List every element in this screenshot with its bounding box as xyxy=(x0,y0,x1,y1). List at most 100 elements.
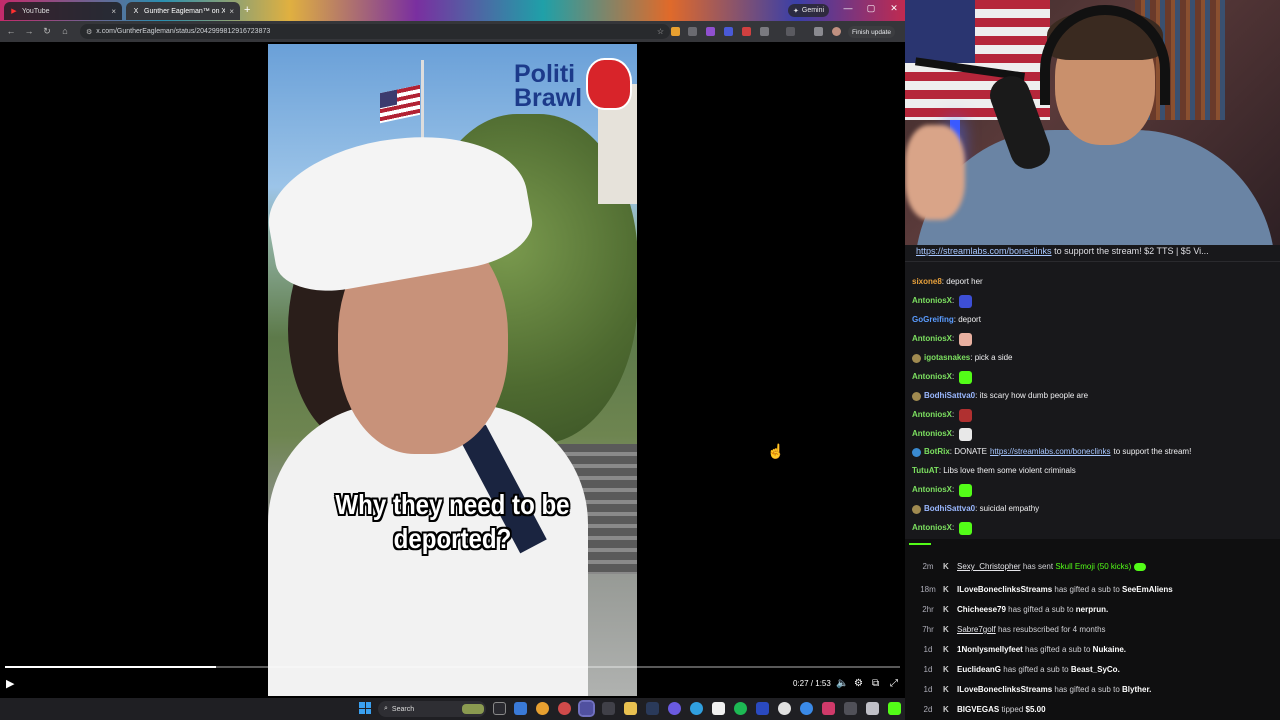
extension-icon[interactable] xyxy=(671,27,680,36)
gemini-button[interactable]: ✦ Gemini xyxy=(788,4,830,17)
video-progress-bar[interactable] xyxy=(5,666,900,668)
event-username[interactable]: ILoveBoneclinksStreams xyxy=(957,685,1052,694)
maps-pin-icon[interactable] xyxy=(822,702,835,715)
app-icon[interactable] xyxy=(844,702,857,715)
play-icon[interactable]: ▶ xyxy=(6,677,14,690)
chat-username[interactable]: TutuAT xyxy=(912,465,939,477)
event-username[interactable]: Chicheese79 xyxy=(957,605,1006,614)
forward-arrow-icon[interactable]: → xyxy=(23,25,35,37)
volume-icon[interactable]: 🔈 xyxy=(836,678,848,689)
address-bar[interactable]: ⚙ x.com/GuntherEagleman/status/204299981… xyxy=(80,24,670,39)
pinned-link[interactable]: https://streamlabs.com/boneclinks xyxy=(916,246,1052,256)
chat-message: BotRix: DONATE https://streamlabs.com/bon… xyxy=(912,445,1191,459)
event-age: 2d xyxy=(923,705,933,714)
pip-icon[interactable]: ⧉ xyxy=(872,678,879,689)
folder-icon[interactable] xyxy=(624,702,637,715)
minimize-button[interactable]: — xyxy=(838,3,858,13)
chat-username[interactable]: sixone8 xyxy=(912,276,942,288)
event-row: 7hr K Sabre7golf has resubscribed for 4 mo… xyxy=(905,623,1280,637)
chat-link[interactable]: https://streamlabs.com/boneclinks xyxy=(990,446,1111,458)
event-username[interactable]: EuclideanG xyxy=(957,665,1001,674)
obs-icon[interactable] xyxy=(578,700,595,717)
app-icon[interactable] xyxy=(690,702,703,715)
event-action: has gifted a sub to xyxy=(1054,685,1120,694)
chat-message: AntoniosX: xyxy=(912,521,973,535)
event-username[interactable]: Sexy_Christopher xyxy=(957,562,1021,571)
sidebar-icon[interactable] xyxy=(786,27,795,36)
event-username[interactable]: 1Nonlysmellyfeet xyxy=(957,645,1023,654)
event-target: $5.00 xyxy=(1025,705,1046,714)
event-username[interactable]: Sabre7golf xyxy=(957,625,996,634)
chat-username[interactable]: AntoniosX xyxy=(912,295,952,307)
chat-username[interactable]: AntoniosX xyxy=(912,428,952,440)
extensions-puzzle-icon[interactable] xyxy=(760,27,769,36)
app-icon[interactable] xyxy=(712,702,725,715)
new-tab-button[interactable]: + xyxy=(244,4,250,16)
event-age: 1d xyxy=(923,685,933,694)
site-info-icon[interactable]: ⚙ xyxy=(86,28,92,36)
event-username[interactable]: ILoveBoneclinksStreams xyxy=(957,585,1052,594)
chat-username[interactable]: BotRix xyxy=(924,446,950,458)
events-feed: 2m K Sexy_Christopher has sent Skull Emoji… xyxy=(905,539,1280,720)
kick-k-icon: K xyxy=(943,562,949,571)
app-icon[interactable] xyxy=(558,702,571,715)
windows-start-icon[interactable] xyxy=(359,702,371,714)
close-window-button[interactable]: ✕ xyxy=(884,3,904,14)
chat-colon: : xyxy=(952,372,957,381)
chat-username[interactable]: AntoniosX xyxy=(912,333,952,345)
chat-text: pick a side xyxy=(974,353,1013,362)
app-icon[interactable] xyxy=(756,702,769,715)
extension-icon[interactable] xyxy=(742,27,751,36)
logo-line-1: Politi xyxy=(514,60,576,88)
user-badge-icon xyxy=(912,353,921,363)
chrome-icon[interactable] xyxy=(536,702,549,715)
steam-icon[interactable] xyxy=(646,702,659,715)
chat-username[interactable]: AntoniosX xyxy=(912,484,952,496)
app-icon[interactable] xyxy=(778,702,791,715)
task-view-icon[interactable] xyxy=(493,702,506,715)
avatar[interactable] xyxy=(832,27,841,36)
fullscreen-icon[interactable]: ⤢ xyxy=(890,678,898,689)
tab-x-post[interactable]: X Gunther Eagleman™ on X: × xyxy=(126,2,240,20)
chat-username[interactable]: igotasnakes xyxy=(924,352,970,364)
discord-icon[interactable] xyxy=(668,702,681,715)
maximize-button[interactable]: ▢ xyxy=(861,3,881,14)
finish-update-button[interactable]: Finish update xyxy=(848,26,896,38)
chat-username[interactable]: AntoniosX xyxy=(912,371,952,383)
chat-username[interactable]: BodhiSattva0 xyxy=(924,390,975,402)
profile-icon[interactable] xyxy=(814,27,823,36)
app-icon[interactable] xyxy=(602,702,615,715)
chat-username[interactable]: GoGreifing xyxy=(912,314,954,326)
tab-title: Gunther Eagleman™ on X: xyxy=(144,7,226,15)
back-arrow-icon[interactable]: ← xyxy=(5,25,17,37)
spotify-icon[interactable] xyxy=(734,702,747,715)
chat-username[interactable]: AntoniosX xyxy=(912,522,952,534)
tab-youtube[interactable]: ▶ YouTube × xyxy=(4,2,122,20)
chat-username[interactable]: AntoniosX xyxy=(912,409,952,421)
taskbar-search[interactable]: ⌕ Search xyxy=(378,701,486,717)
bookmark-star-icon[interactable]: ☆ xyxy=(657,27,664,36)
edge-icon[interactable] xyxy=(514,702,527,715)
app-icon[interactable] xyxy=(800,702,813,715)
settings-gear-icon[interactable]: ⚙ xyxy=(854,678,863,689)
tab-close-icon[interactable]: × xyxy=(229,7,234,16)
tab-title: YouTube xyxy=(22,7,50,15)
home-icon[interactable]: ⌂ xyxy=(59,25,71,37)
event-action: tipped xyxy=(1001,705,1024,714)
chat-username[interactable]: BodhiSattva0 xyxy=(924,503,975,515)
event-row: 2d K BIGVEGAS tipped $5.00 xyxy=(905,703,1280,717)
extension-icon[interactable] xyxy=(706,27,715,36)
reload-icon[interactable]: ↻ xyxy=(41,25,53,37)
kick-k-icon: K xyxy=(943,645,949,654)
tab-close-icon[interactable]: × xyxy=(111,7,116,16)
extension-icon[interactable] xyxy=(688,27,697,36)
video-frame[interactable]: Politi Brawl Why they need to be deporte… xyxy=(268,44,637,696)
app-icon[interactable] xyxy=(866,702,879,715)
kick-icon[interactable] xyxy=(888,702,901,715)
event-username[interactable]: BIGVEGAS xyxy=(957,705,999,714)
search-icon: ⌕ xyxy=(384,705,388,712)
extension-icon[interactable] xyxy=(724,27,733,36)
chat-colon: : xyxy=(952,296,957,305)
chat-text: to support the stream! xyxy=(1113,447,1192,456)
event-row: 1d K EuclideanG has gifted a sub to Beast_… xyxy=(905,663,1280,677)
